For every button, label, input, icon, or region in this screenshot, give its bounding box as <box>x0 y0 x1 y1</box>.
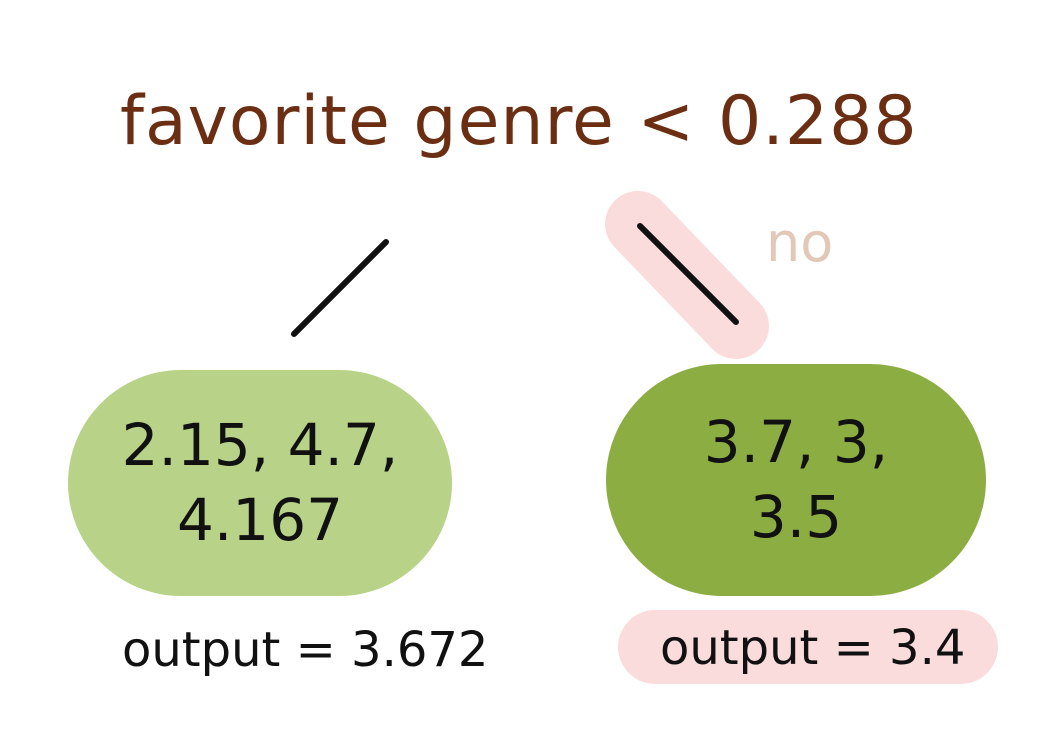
left-branch-line <box>291 239 389 337</box>
left-leaf-values-line2: 4.167 <box>176 486 344 554</box>
left-leaf-values-line1: 2.15, 4.7, <box>121 410 399 479</box>
right-leaf-values-line1: 3.7, 3, <box>703 407 889 476</box>
no-branch-label: no <box>766 211 834 274</box>
right-leaf-output: output = 3.4 <box>660 620 966 676</box>
decision-tree-diagram: favorite genre < 0.288 no 2.15, 4.7, 4.1… <box>0 0 1042 736</box>
left-leaf-output: output = 3.672 <box>122 622 489 678</box>
right-leaf-node: 3.7, 3, 3.5 <box>606 364 986 596</box>
right-leaf-values-line2: 3.5 <box>749 483 843 551</box>
left-leaf-node: 2.15, 4.7, 4.167 <box>68 370 452 596</box>
